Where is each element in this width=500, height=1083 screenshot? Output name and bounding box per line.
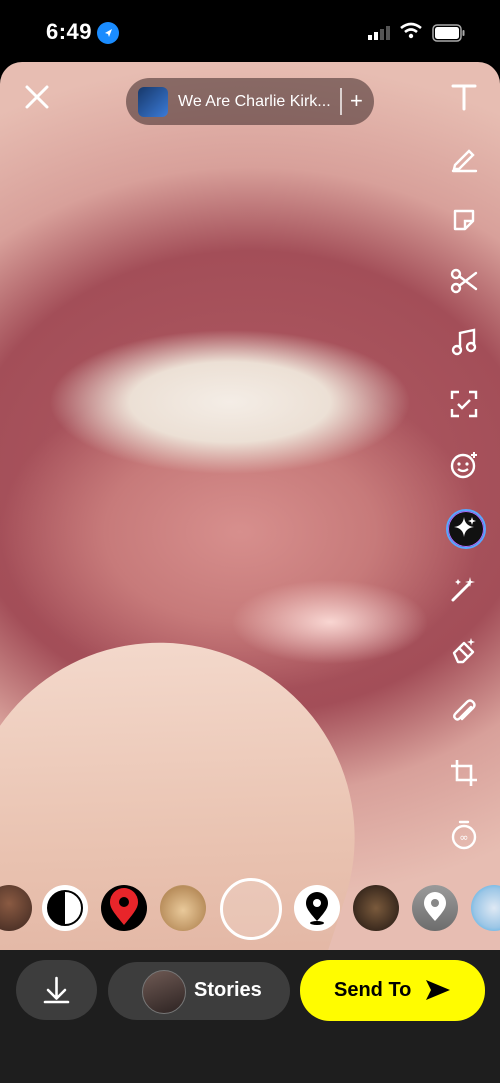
lens-map-pin[interactable] bbox=[101, 885, 147, 931]
send-to-label: Send To bbox=[334, 979, 412, 1001]
music-album-art bbox=[138, 86, 168, 117]
music-tool-button[interactable] bbox=[447, 325, 481, 359]
lens-hamster[interactable] bbox=[160, 885, 206, 931]
music-pill[interactable]: We Are Charlie Kirk... + bbox=[126, 78, 374, 125]
avatar bbox=[142, 970, 186, 1014]
emoji-icon bbox=[450, 452, 477, 479]
timer-icon: ∞ bbox=[451, 820, 477, 850]
close-icon bbox=[25, 85, 49, 109]
lens-gray-pin[interactable] bbox=[412, 885, 458, 931]
music-add-button[interactable]: + bbox=[350, 88, 363, 114]
battery-icon bbox=[432, 24, 466, 47]
crop-tool-button[interactable] bbox=[447, 756, 481, 790]
music-icon bbox=[451, 328, 477, 356]
save-button[interactable] bbox=[16, 960, 97, 1020]
lens-halfmoon[interactable] bbox=[42, 885, 88, 931]
eraser-icon bbox=[452, 638, 475, 664]
lens-capture-button[interactable] bbox=[220, 878, 282, 940]
paperclip-icon bbox=[453, 699, 476, 721]
scissors-icon bbox=[450, 268, 478, 294]
music-title: We Are Charlie Kirk... bbox=[178, 92, 331, 110]
timer-tool-button[interactable]: ∞ bbox=[447, 818, 481, 852]
stories-label: Stories bbox=[194, 979, 262, 1001]
stories-button[interactable]: Stories bbox=[108, 962, 290, 1020]
music-divider bbox=[340, 88, 342, 115]
magic-wand-icon bbox=[451, 577, 475, 602]
scan-icon bbox=[450, 390, 478, 418]
send-arrow-icon bbox=[426, 980, 450, 1000]
close-button[interactable] bbox=[24, 84, 50, 110]
svg-text:∞: ∞ bbox=[459, 831, 468, 844]
send-to-button[interactable]: Send To bbox=[300, 960, 485, 1021]
scan-tool-button[interactable] bbox=[447, 387, 481, 421]
sticker-icon bbox=[453, 209, 475, 231]
pencil-tool-button[interactable] bbox=[447, 141, 481, 175]
location-arrow-icon bbox=[97, 22, 119, 44]
eraser-tool-button[interactable] bbox=[447, 633, 481, 667]
status-bar: 6:49 bbox=[0, 0, 500, 62]
ai-sparkle-icon bbox=[454, 517, 476, 537]
download-icon bbox=[43, 976, 70, 1004]
lens-monkey[interactable] bbox=[353, 885, 399, 931]
attachment-tool-button[interactable] bbox=[447, 695, 481, 729]
cellular-signal-icon bbox=[368, 26, 392, 45]
magic-wand-tool-button[interactable] bbox=[447, 572, 481, 606]
crop-icon bbox=[451, 760, 477, 786]
scissors-tool-button[interactable] bbox=[447, 264, 481, 298]
emoji-tool-button[interactable] bbox=[447, 448, 481, 482]
pencil-icon bbox=[451, 149, 478, 173]
wifi-icon bbox=[400, 22, 422, 45]
status-time: 6:49 bbox=[46, 19, 93, 44]
snap-preview bbox=[0, 62, 500, 950]
sticker-tool-button[interactable] bbox=[447, 203, 481, 237]
lens-location[interactable] bbox=[294, 885, 340, 931]
ai-sparkle-button[interactable] bbox=[446, 509, 486, 549]
text-icon bbox=[451, 84, 477, 111]
text-tool-button[interactable] bbox=[447, 80, 481, 114]
